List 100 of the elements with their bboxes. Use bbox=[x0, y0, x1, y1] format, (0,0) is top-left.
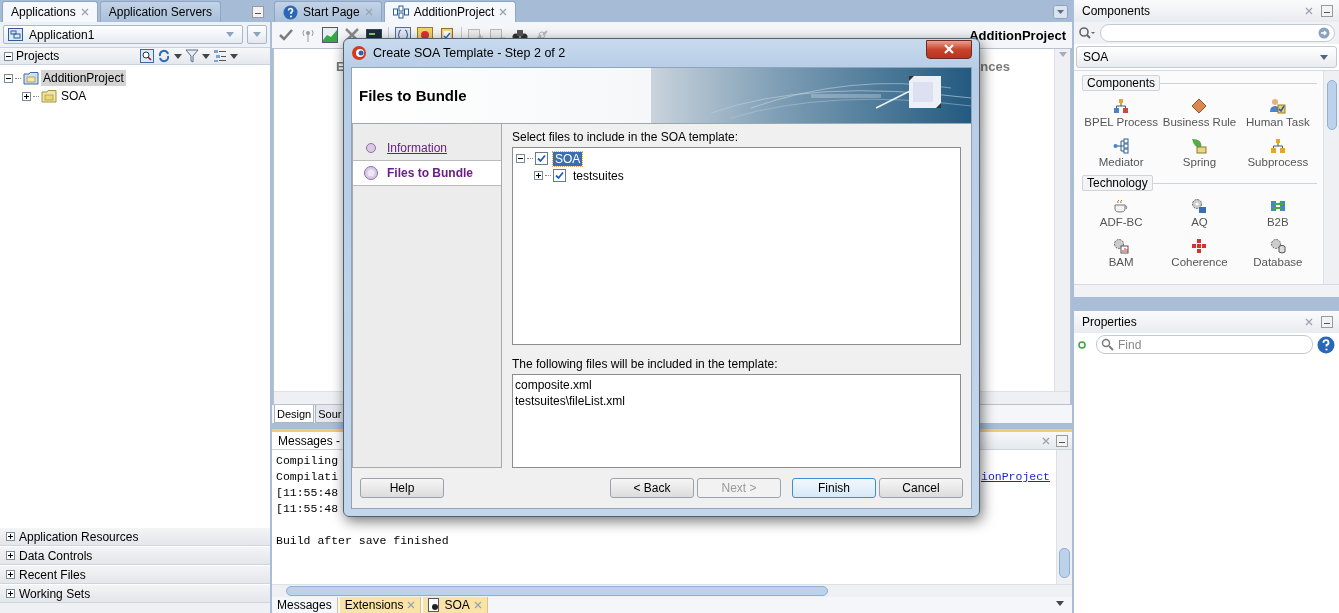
search-field[interactable]: Find bbox=[1096, 335, 1313, 354]
search-icon bbox=[1101, 338, 1114, 351]
palette-item[interactable]: Coherence bbox=[1160, 233, 1239, 273]
document-icon bbox=[428, 598, 441, 612]
vertical-scrollbar[interactable] bbox=[1323, 71, 1339, 284]
application-icon bbox=[8, 28, 23, 41]
caret-icon bbox=[253, 32, 261, 37]
checkbox[interactable] bbox=[553, 169, 566, 182]
accordion-header[interactable]: Data Controls bbox=[0, 546, 270, 565]
palette-item[interactable]: BAM bbox=[1082, 233, 1161, 273]
log-line: [11:55:48 bbox=[276, 485, 339, 501]
expand-icon[interactable] bbox=[6, 551, 15, 560]
minimize-icon[interactable] bbox=[1321, 5, 1333, 17]
folder-icon bbox=[23, 71, 39, 85]
panel-tab[interactable]: Applications bbox=[2, 1, 98, 22]
caret-icon bbox=[230, 53, 238, 59]
menu-dropdown-button[interactable] bbox=[247, 25, 267, 44]
step-link[interactable]: Information bbox=[387, 141, 448, 155]
application-selector[interactable]: Application1 bbox=[3, 25, 243, 44]
accordion-header[interactable]: Recent Files bbox=[0, 565, 270, 584]
bottom-tab[interactable]: SOA bbox=[423, 597, 488, 613]
expand-icon[interactable] bbox=[22, 91, 31, 101]
palette-item[interactable]: Human Task bbox=[1238, 93, 1317, 133]
search-field[interactable] bbox=[1100, 24, 1335, 42]
palette-item[interactable]: Database bbox=[1238, 233, 1317, 273]
view-tab[interactable]: Sour bbox=[315, 405, 345, 423]
category-dropdown[interactable]: SOA bbox=[1076, 46, 1337, 68]
tree-item[interactable]: SOA bbox=[553, 151, 583, 166]
arrows-icon bbox=[1269, 198, 1286, 214]
panel-title: Components bbox=[1082, 4, 1151, 18]
step-icon bbox=[363, 140, 379, 156]
gear-icon bbox=[1191, 198, 1208, 214]
help-icon[interactable] bbox=[1317, 335, 1335, 354]
dialog-button[interactable]: Finish bbox=[792, 478, 876, 498]
collapse-icon[interactable] bbox=[4, 73, 13, 83]
collapse-icon[interactable] bbox=[4, 51, 13, 61]
palette-item[interactable]: BPEL Process bbox=[1082, 93, 1161, 133]
dialog-button[interactable]: < Back bbox=[610, 478, 694, 498]
go-icon bbox=[1318, 27, 1330, 39]
collapse-icon[interactable] bbox=[516, 154, 525, 163]
leaf-icon bbox=[1191, 138, 1208, 154]
section-title: Projects bbox=[16, 49, 60, 63]
dialog-button[interactable]: Cancel bbox=[879, 478, 963, 498]
palette-item[interactable]: B2B bbox=[1238, 193, 1317, 233]
palette-item[interactable]: Spring bbox=[1160, 133, 1239, 173]
caret-icon bbox=[202, 53, 210, 59]
close-button[interactable] bbox=[926, 39, 972, 59]
editor-title: AdditionProject bbox=[969, 27, 1066, 43]
expand-icon[interactable] bbox=[534, 171, 543, 180]
tree-item[interactable]: testsuites bbox=[571, 168, 626, 183]
view-tab[interactable]: Design bbox=[274, 405, 315, 423]
accordion-header[interactable]: Application Resources bbox=[0, 527, 270, 546]
bottom-tab[interactable]: Extensions bbox=[339, 597, 422, 613]
log-line: Compiling bbox=[276, 453, 339, 469]
tree-item[interactable]: SOA bbox=[59, 88, 89, 104]
search-icon[interactable] bbox=[140, 49, 154, 63]
panel-tab[interactable]: Application Servers bbox=[99, 1, 222, 22]
accordion-header[interactable]: Working Sets bbox=[0, 584, 270, 603]
status-dot-icon bbox=[1078, 340, 1086, 349]
dialog-button[interactable]: Help bbox=[360, 478, 444, 498]
project-link[interactable]: ionProject bbox=[981, 469, 1050, 485]
vertical-scrollbar[interactable] bbox=[1054, 49, 1070, 391]
list-label: The following files will be included in the template: bbox=[512, 357, 779, 371]
palette-item[interactable]: Subprocess bbox=[1238, 133, 1317, 173]
file-item[interactable]: composite.xml bbox=[515, 377, 958, 393]
palette-item[interactable]: Business Rule bbox=[1160, 93, 1239, 133]
person-check-icon bbox=[1269, 98, 1286, 114]
refresh-icon[interactable] bbox=[157, 49, 171, 63]
caret-icon bbox=[1320, 54, 1328, 60]
tree-item[interactable]: AdditionProject bbox=[41, 70, 126, 86]
minimize-icon[interactable] bbox=[252, 6, 264, 18]
horizontal-scrollbar[interactable] bbox=[272, 584, 1072, 597]
dialog-title: Create SOA Template - Step 2 of 2 bbox=[373, 46, 566, 60]
help-icon bbox=[283, 4, 298, 20]
minimize-icon[interactable] bbox=[1056, 434, 1068, 447]
expand-icon[interactable] bbox=[6, 589, 15, 598]
file-item[interactable]: testsuites\fileList.xml bbox=[515, 393, 958, 409]
check-icon[interactable] bbox=[278, 27, 294, 43]
minimize-icon[interactable] bbox=[1321, 316, 1333, 328]
dropdown-icon[interactable] bbox=[1053, 5, 1068, 19]
checkbox[interactable] bbox=[535, 152, 548, 165]
palette-item[interactable]: ADF-BC bbox=[1082, 193, 1161, 233]
hierarchy-icon bbox=[1113, 98, 1130, 114]
group-title: Technology bbox=[1082, 175, 1153, 191]
chart-icon[interactable] bbox=[322, 27, 338, 43]
editor-tab[interactable]: AdditionProject bbox=[383, 1, 517, 22]
cup-icon bbox=[1113, 198, 1130, 214]
palette-item[interactable]: Mediator bbox=[1082, 133, 1161, 173]
expand-icon[interactable] bbox=[6, 532, 15, 541]
swimlane-label: nces bbox=[980, 59, 1010, 74]
palette-item[interactable]: AQ bbox=[1160, 193, 1239, 233]
cluster-icon bbox=[1191, 238, 1208, 254]
composite-icon bbox=[392, 5, 409, 19]
panel-title: Properties bbox=[1082, 315, 1137, 329]
log-line: Build after save finished bbox=[276, 533, 450, 549]
editor-tab[interactable]: Start Page bbox=[274, 1, 382, 22]
list-icon[interactable] bbox=[213, 49, 227, 63]
vertical-scrollbar[interactable] bbox=[1056, 450, 1072, 584]
log-line: [11:55:48 bbox=[276, 501, 339, 517]
expand-icon[interactable] bbox=[6, 570, 15, 579]
